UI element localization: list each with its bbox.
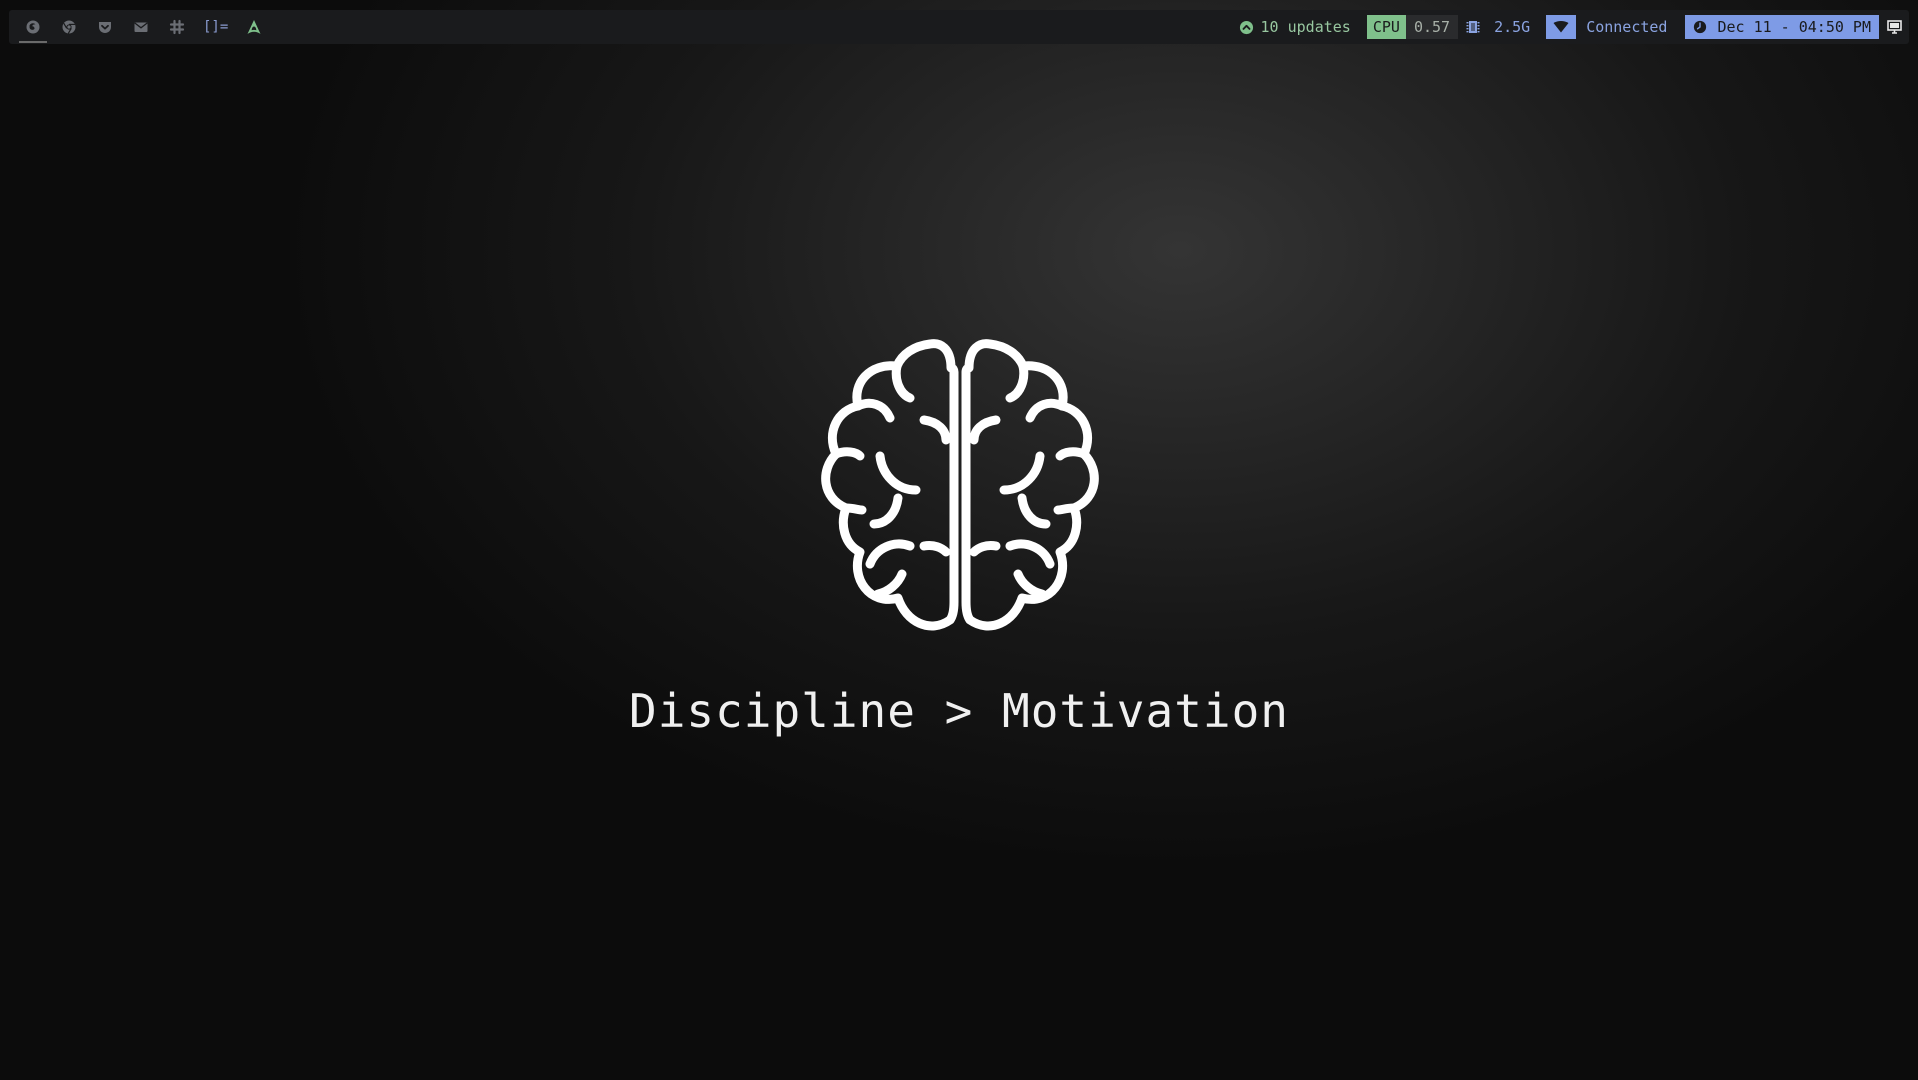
wifi-icon[interactable] (1546, 15, 1577, 39)
clock-text: Dec 11 - 04:50 PM (1717, 18, 1871, 36)
memory-value: 2.5G (1494, 18, 1531, 36)
status-modules: 10 updates CPU 0.57 2.5G Connected Dec 1… (1239, 10, 1909, 44)
workspace-2-chrome[interactable] (51, 10, 87, 44)
cpu-label: CPU (1366, 15, 1406, 39)
arrow-up-circle-icon (1239, 20, 1253, 34)
wallpaper-quote: Discipline > Motivation (629, 684, 1289, 738)
slack-icon (169, 19, 185, 35)
workspace-list: []= (9, 10, 262, 44)
mail-icon (134, 22, 148, 32)
brain-icon (810, 338, 1110, 642)
firefox-icon (26, 20, 40, 34)
workspace-5-slack[interactable] (159, 10, 195, 44)
workspace-4-mail[interactable] (123, 10, 159, 44)
arch-logo-icon[interactable] (246, 19, 262, 35)
chrome-icon (62, 20, 76, 34)
layout-indicator[interactable]: []= (203, 19, 228, 35)
clock-module[interactable]: Dec 11 - 04:50 PM (1685, 15, 1879, 39)
clock-icon (1694, 20, 1707, 34)
status-bar: []= 10 updates CPU 0.57 2.5G Connected D… (9, 10, 1909, 44)
workspace-3-pocket[interactable] (87, 10, 123, 44)
cpu-value: 0.57 (1405, 15, 1459, 39)
monitor-icon[interactable] (1887, 19, 1903, 35)
updates-text: 10 updates (1260, 18, 1351, 36)
memory-module[interactable]: 2.5G (1466, 18, 1530, 36)
pocket-icon (99, 22, 111, 33)
network-status[interactable]: Connected (1586, 18, 1667, 36)
workspace-1-firefox[interactable] (15, 10, 51, 44)
updates-module[interactable]: 10 updates (1239, 18, 1351, 36)
memory-chip-icon (1466, 21, 1480, 33)
desktop-wallpaper: []= 10 updates CPU 0.57 2.5G Connected D… (0, 0, 1918, 1080)
